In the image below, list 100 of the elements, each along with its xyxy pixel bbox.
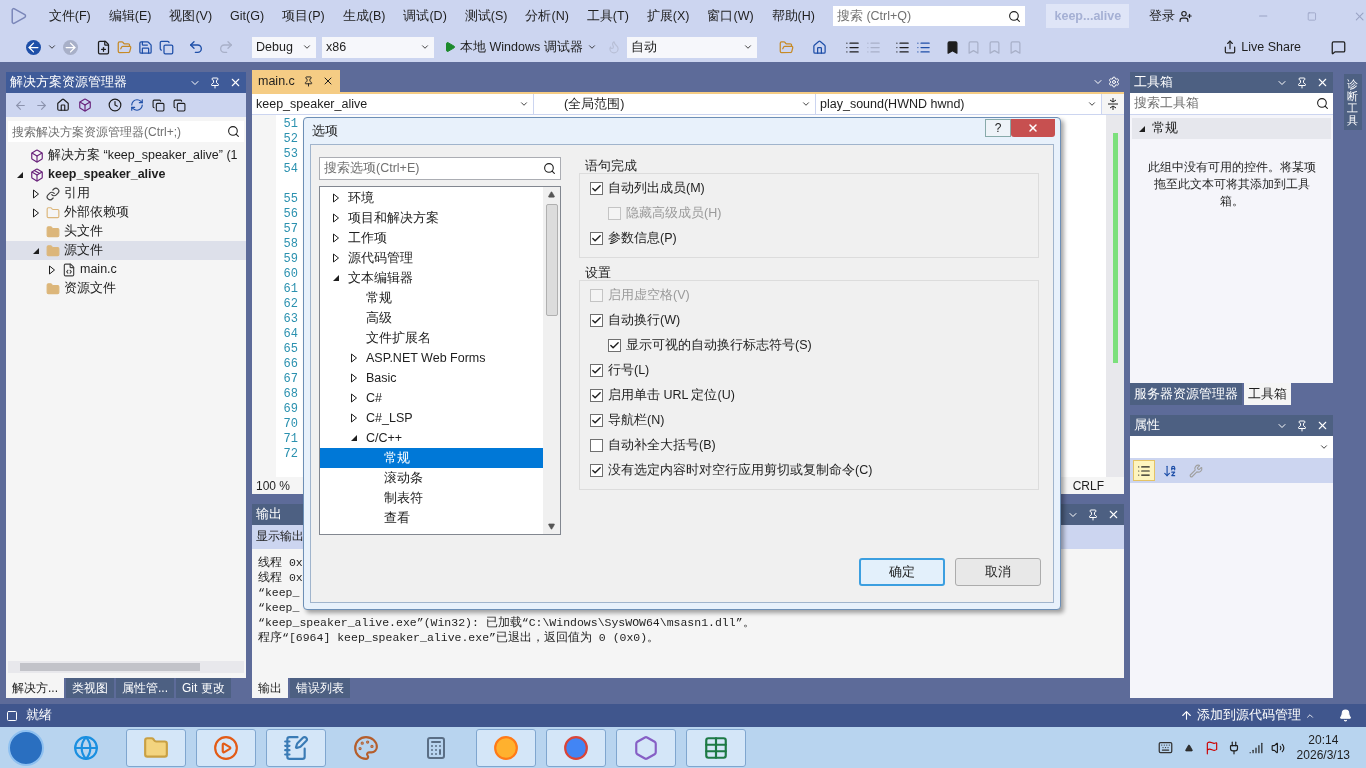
home-icon[interactable]: [56, 98, 70, 112]
split-icon[interactable]: [1107, 97, 1119, 111]
collapsed-caret-icon[interactable]: [350, 393, 358, 403]
expanded-caret-icon[interactable]: [332, 274, 340, 282]
tree-item[interactable]: main.c: [6, 260, 246, 279]
taskbar-button[interactable]: [686, 728, 746, 767]
help-button[interactable]: ?: [985, 119, 1011, 137]
taskbar-button[interactable]: [266, 728, 326, 767]
checkbox[interactable]: [590, 414, 603, 427]
panel-tab[interactable]: 错误列表: [290, 678, 350, 698]
panel-tab[interactable]: 输出: [252, 678, 288, 698]
checkbox-option[interactable]: 自动列出成员(M): [580, 176, 1038, 201]
new-item-icon[interactable]: [96, 39, 111, 55]
menu-item[interactable]: 调试(D): [394, 6, 456, 26]
tree-item[interactable]: 滚动条: [320, 468, 543, 488]
collapsed-caret-icon[interactable]: [48, 264, 56, 275]
tree-item[interactable]: 高级: [320, 308, 543, 328]
start-button[interactable]: [8, 729, 44, 766]
close-icon[interactable]: [1316, 419, 1329, 432]
tree-item[interactable]: C#: [320, 388, 543, 408]
user-icon[interactable]: [1179, 8, 1193, 24]
back-icon[interactable]: [26, 39, 41, 55]
tree-item[interactable]: 资源文件: [6, 279, 246, 298]
panel-tab[interactable]: 类视图: [66, 678, 114, 698]
close-icon[interactable]: [1316, 76, 1329, 89]
scroll-up-icon[interactable]: [548, 191, 555, 198]
solution-icon[interactable]: [78, 98, 92, 112]
menu-item[interactable]: 帮助(H): [762, 6, 824, 26]
tree-item[interactable]: C/C++: [320, 428, 543, 448]
checkbox[interactable]: [590, 464, 603, 477]
clock[interactable]: 20:14 2026/3/13: [1296, 732, 1350, 763]
menu-item[interactable]: 文件(F): [39, 6, 100, 26]
live-share-button[interactable]: Live Share: [1223, 37, 1301, 57]
checkbox[interactable]: [590, 364, 603, 377]
checkbox-option[interactable]: 显示可视的自动换行标志符号(S): [580, 333, 1038, 358]
tree-item[interactable]: 制表符: [320, 488, 543, 508]
flag-icon[interactable]: [1204, 740, 1219, 755]
checkbox-option[interactable]: 导航栏(N): [580, 408, 1038, 433]
feedback-icon[interactable]: [1331, 39, 1346, 55]
document-tab[interactable]: main.c: [252, 70, 340, 92]
checkbox-option[interactable]: 自动换行(W): [580, 308, 1038, 333]
pin-icon[interactable]: [1087, 508, 1099, 521]
checkbox-option[interactable]: 参数信息(P): [580, 226, 1038, 251]
collapsed-caret-icon[interactable]: [32, 207, 40, 218]
tree-item[interactable]: 常规: [320, 288, 543, 308]
menu-item[interactable]: Git(G): [221, 6, 274, 26]
checkbox-option[interactable]: 行号(L): [580, 358, 1038, 383]
menu-item[interactable]: 扩展(X): [637, 6, 699, 26]
home-icon[interactable]: [811, 39, 827, 55]
categorized-button[interactable]: [1133, 460, 1155, 481]
settings-icon[interactable]: [1108, 76, 1120, 88]
notification-icon[interactable]: [1339, 709, 1352, 722]
pin-icon[interactable]: [1296, 419, 1308, 432]
tree-item[interactable]: C#_LSP: [320, 408, 543, 428]
navigation-dropdown[interactable]: keep_speaker_alive: [252, 94, 534, 114]
toolbox-group[interactable]: 常规: [1132, 118, 1331, 139]
tree-item[interactable]: 头文件: [6, 222, 246, 241]
source-control-button[interactable]: 添加到源代码管理: [1197, 706, 1301, 725]
tree-item[interactable]: 环境: [320, 188, 543, 208]
tree-item[interactable]: 工作项: [320, 228, 543, 248]
menu-item[interactable]: 测试(S): [455, 6, 517, 26]
pin-icon[interactable]: [302, 75, 314, 87]
undo-icon[interactable]: [188, 39, 204, 55]
close-icon[interactable]: [1107, 508, 1120, 521]
panel-tab[interactable]: 解决方...: [6, 678, 64, 698]
taskbar-button[interactable]: [616, 728, 676, 767]
menu-item[interactable]: 编辑(E): [99, 6, 161, 26]
pin-icon[interactable]: [209, 76, 221, 89]
checkbox-option[interactable]: 自动补全大括号(B): [580, 433, 1038, 458]
menu-item[interactable]: 分析(N): [516, 6, 578, 26]
collapsed-caret-icon[interactable]: [332, 233, 340, 243]
refresh-icon[interactable]: [130, 98, 144, 112]
tree-item[interactable]: 解决方案 “keep_speaker_alive” (1: [6, 146, 246, 165]
scrollbar-thumb[interactable]: [20, 663, 200, 671]
collapsed-caret-icon[interactable]: [350, 413, 358, 423]
search-field[interactable]: 搜索 (Ctrl+Q): [831, 5, 1027, 27]
keyboard-icon[interactable]: [1157, 740, 1173, 755]
side-tab[interactable]: 诊断工具: [1343, 74, 1362, 131]
checkbox[interactable]: [590, 389, 603, 402]
menu-item[interactable]: 项目(P): [273, 6, 334, 26]
collapsed-caret-icon[interactable]: [332, 253, 340, 263]
menu-item[interactable]: 视图(V): [160, 6, 222, 26]
save-all-icon[interactable]: [159, 39, 174, 55]
dialog-button[interactable]: 取消: [955, 558, 1041, 586]
dialog-button[interactable]: 确定: [859, 558, 945, 586]
line-ending-status[interactable]: CRLF: [1072, 476, 1104, 495]
panel-tab[interactable]: 属性管...: [116, 678, 175, 698]
checkbox[interactable]: [590, 314, 603, 327]
tree-item[interactable]: 源文件: [6, 241, 246, 260]
expanded-caret-icon[interactable]: [32, 246, 40, 255]
zoom-level[interactable]: 100 %: [256, 476, 291, 495]
bookmark-icon[interactable]: [944, 39, 960, 55]
tree-item[interactable]: 引用: [6, 184, 246, 203]
taskbar-button[interactable]: [546, 728, 606, 767]
collapsed-caret-icon[interactable]: [350, 373, 358, 383]
checkbox-option[interactable]: 没有选定内容时对空行应用剪切或复制命令(C): [580, 458, 1038, 483]
tree-item[interactable]: ASP.NET Web Forms: [320, 348, 543, 368]
checkbox[interactable]: [590, 232, 603, 245]
collapsed-caret-icon[interactable]: [332, 193, 340, 203]
menu-item[interactable]: 工具(T): [577, 6, 638, 26]
